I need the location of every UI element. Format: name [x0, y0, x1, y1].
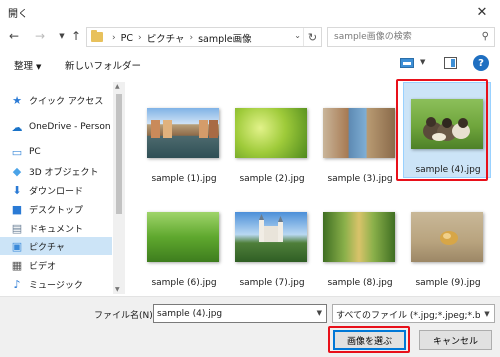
address-dropdown-icon[interactable]: ⌄ — [294, 31, 301, 40]
title-bar: 開く ✕ — [0, 0, 500, 24]
stone-illustration — [440, 231, 458, 245]
navigation-pane: ★ クイック アクセス ☁ OneDrive - Person ▭ PC ◆ 3… — [0, 82, 126, 294]
search-box[interactable]: ⚲ — [327, 27, 495, 47]
desktop-icon: ■ — [11, 202, 23, 216]
filename-field[interactable]: ▼ — [153, 304, 327, 323]
sidebar-item-label: ミュージック — [29, 280, 83, 291]
file-name: sample (8).jpg — [327, 278, 393, 288]
cancel-button[interactable]: キャンセル — [419, 330, 492, 350]
search-icon[interactable]: ⚲ — [482, 31, 489, 42]
breadcrumb: › PC › ピクチャ › sample画像 — [107, 31, 252, 46]
sidebar-item-label: ダウンロード — [29, 186, 84, 197]
chevron-down-icon[interactable]: ▼ — [480, 305, 494, 322]
file-type-select[interactable]: すべてのファイル (*.jpg;*.jpeg;*.bmp ▼ — [332, 304, 495, 323]
sidebar-item-label: ピクチャ — [29, 242, 65, 253]
folder-icon — [91, 30, 103, 42]
sidebar-scrollbar[interactable]: ▲ ▼ — [113, 82, 125, 294]
sidebar-item-desktop[interactable]: ■ デスクトップ — [0, 200, 112, 218]
file-item[interactable]: sample (3).jpg — [316, 92, 404, 188]
forward-arrow-icon[interactable]: → — [32, 28, 48, 44]
refresh-icon[interactable]: ↻ — [303, 28, 321, 46]
file-name: sample (3).jpg — [327, 174, 393, 184]
image-thumbnail — [323, 108, 395, 158]
chevron-down-icon[interactable]: ▼ — [317, 309, 322, 317]
address-bar[interactable]: › PC › ピクチャ › sample画像 ⌄ ↻ — [86, 27, 322, 47]
file-type-value: すべてのファイル (*.jpg;*.jpeg;*.bmp — [336, 311, 495, 321]
sidebar-item-music[interactable]: ♪ ミュージック — [0, 275, 112, 293]
up-arrow-icon[interactable]: ↑ — [68, 28, 84, 44]
file-item[interactable]: sample (2).jpg — [228, 92, 316, 188]
file-item[interactable]: sample (9).jpg — [404, 196, 492, 292]
image-thumbnail — [411, 212, 483, 262]
star-icon: ★ — [12, 93, 22, 107]
new-folder-button[interactable]: 新しいフォルダー — [65, 58, 141, 72]
sidebar-item-label: デスクトップ — [29, 205, 84, 216]
scrollbar-thumb[interactable] — [116, 94, 122, 214]
sidebar-item-label: PC — [29, 147, 41, 157]
change-view-icon[interactable] — [400, 58, 414, 68]
image-thumbnail — [323, 212, 395, 262]
window-title: 開く — [8, 9, 28, 20]
pc-icon: ▭ — [11, 145, 23, 159]
breadcrumb-sample-images[interactable]: sample画像 — [198, 31, 252, 45]
scroll-up-icon[interactable]: ▲ — [115, 83, 120, 90]
back-arrow-icon[interactable]: ← — [6, 28, 22, 44]
sidebar-item-label: ドキュメント — [29, 224, 84, 235]
image-thumbnail — [147, 108, 219, 158]
sidebar-item-pc[interactable]: ▭ PC — [0, 143, 112, 161]
sidebar-item-label: クイック アクセス — [29, 96, 104, 107]
file-name: sample (2).jpg — [239, 174, 305, 184]
sidebar-item-label: 3D オブジェクト — [29, 167, 99, 178]
sidebar-item-quick-access[interactable]: ★ クイック アクセス — [0, 91, 112, 109]
organize-label: 整理 — [14, 61, 34, 72]
file-item[interactable]: sample (7).jpg — [228, 196, 316, 292]
search-input[interactable] — [328, 28, 468, 46]
sidebar-item-label: OneDrive - Person — [29, 122, 111, 132]
preview-pane-icon[interactable] — [444, 57, 457, 69]
file-name: sample (6).jpg — [151, 278, 217, 288]
command-bar: 整理 ▼ 新しいフォルダー ▼ ? — [0, 52, 500, 76]
help-icon[interactable]: ? — [473, 55, 489, 71]
sidebar-item-onedrive[interactable]: ☁ OneDrive - Person — [0, 118, 112, 136]
cloud-icon: ☁ — [11, 120, 23, 134]
sidebar-item-downloads[interactable]: ⬇ ダウンロード — [0, 181, 112, 199]
highlight-box-selected-file — [396, 79, 488, 181]
view-options-chevron-icon[interactable]: ▼ — [420, 58, 425, 66]
file-item[interactable]: sample (6).jpg — [140, 196, 228, 292]
sidebar-item-pictures[interactable]: ▣ ピクチャ — [0, 237, 112, 255]
pictures-icon: ▣ — [11, 239, 23, 253]
file-item[interactable]: sample (1).jpg — [140, 92, 228, 188]
sidebar-item-label: ビデオ — [29, 261, 57, 272]
highlight-box-open-button — [328, 326, 410, 353]
breadcrumb-pc[interactable]: PC — [121, 33, 133, 44]
dialog-footer: ファイル名(N): ▼ すべてのファイル (*.jpg;*.jpeg;*.bmp… — [0, 296, 500, 357]
filename-input[interactable] — [154, 305, 304, 322]
file-name: sample (7).jpg — [239, 278, 305, 288]
navigation-bar: ← → ▼ ↑ › PC › ピクチャ › sample画像 ⌄ ↻ ⚲ — [0, 25, 500, 49]
file-name: sample (9).jpg — [415, 278, 481, 288]
chevron-right-icon[interactable]: › — [190, 33, 194, 43]
sidebar-item-documents[interactable]: ▤ ドキュメント — [0, 219, 112, 237]
chevron-right-icon[interactable]: › — [112, 33, 116, 43]
close-icon[interactable]: ✕ — [464, 0, 500, 24]
video-icon: ▦ — [11, 258, 23, 272]
download-icon: ⬇ — [12, 183, 22, 197]
castle-illustration — [259, 214, 283, 242]
image-thumbnail — [235, 108, 307, 158]
scroll-down-icon[interactable]: ▼ — [115, 286, 120, 293]
filename-label: ファイル名(N): — [94, 311, 156, 321]
breadcrumb-pictures[interactable]: ピクチャ — [147, 31, 185, 45]
sidebar-item-videos[interactable]: ▦ ビデオ — [0, 256, 112, 274]
file-item[interactable]: sample (8).jpg — [316, 196, 404, 292]
document-icon: ▤ — [11, 221, 23, 235]
chevron-right-icon[interactable]: › — [138, 33, 142, 43]
chevron-down-icon: ▼ — [36, 63, 42, 71]
cube-icon: ◆ — [12, 164, 22, 178]
file-name: sample (1).jpg — [151, 174, 217, 184]
sidebar-item-3d-objects[interactable]: ◆ 3D オブジェクト — [0, 162, 112, 180]
image-thumbnail — [147, 212, 219, 262]
organize-button[interactable]: 整理 ▼ — [14, 58, 41, 72]
music-icon: ♪ — [13, 277, 21, 291]
image-thumbnail — [235, 212, 307, 262]
